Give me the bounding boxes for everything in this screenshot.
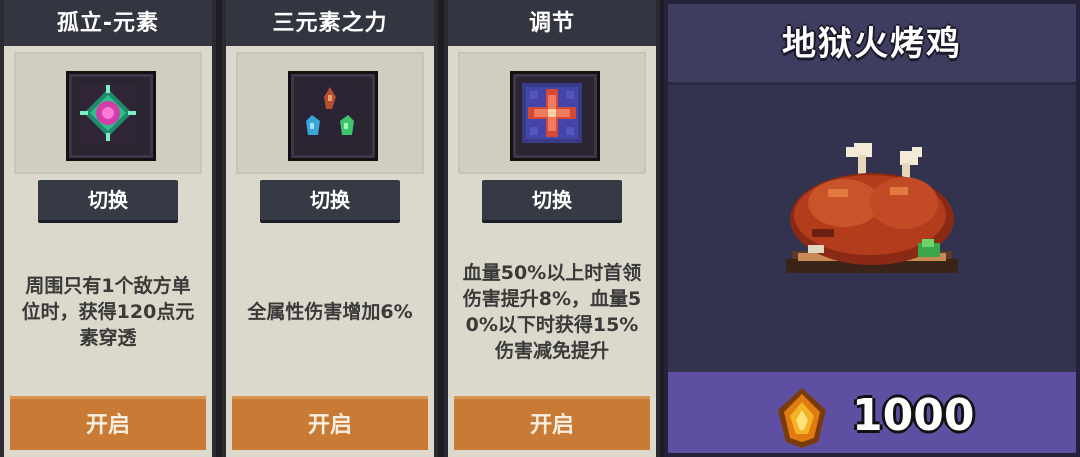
price-bar: 1000 (668, 372, 1076, 453)
desc-line: 血量50%以上时首领 (462, 262, 642, 284)
switch-button[interactable]: 切换 (482, 180, 622, 220)
item-name: 地狱火烤鸡 (668, 4, 1076, 82)
item-art-area (668, 82, 1076, 376)
desc-line: 0%以下时获得15% (465, 314, 639, 336)
enable-button[interactable]: 开启 (232, 396, 428, 450)
desc-line: 素穿透 (79, 327, 137, 349)
adjust-cross-icon (510, 71, 600, 161)
talent-description: 周围只有1个敌方单 位时，获得120点元 素穿透 (12, 232, 204, 392)
talent-title: 三元素之力 (226, 0, 434, 46)
desc-line: 位时，获得120点元 (21, 301, 195, 323)
talent-icon-box (14, 52, 202, 174)
switch-button[interactable]: 切换 (38, 180, 178, 220)
roast-chicken-icon (786, 143, 958, 273)
shop-item-card[interactable]: 地狱火烤鸡 1000 (664, 0, 1080, 457)
talent-icon-box (458, 52, 646, 174)
desc-line: 全属性伤害增加6% (247, 301, 413, 323)
desc-line: 伤害减免提升 (494, 340, 609, 362)
item-price: 1000 (852, 390, 975, 441)
talent-card-three-elements: 三元素之力 切换 全属性伤害增加6% 开启 (222, 0, 438, 457)
talent-icon-box (236, 52, 424, 174)
talent-title: 孤立-元素 (4, 0, 212, 46)
switch-button[interactable]: 切换 (260, 180, 400, 220)
three-elements-power-icon (288, 71, 378, 161)
desc-line: 周围只有1个敌方单 (25, 275, 191, 297)
enable-button[interactable]: 开启 (454, 396, 650, 450)
isolated-element-icon (66, 71, 156, 161)
talent-title: 调节 (448, 0, 656, 46)
talent-card-adjust: 调节 切换 血量50%以上时首领 伤害提升8%，血量5 0%以下时获得15% 伤… (444, 0, 660, 457)
talent-card-isolated-element: 孤立-元素 切换 周围只有1个敌方单 位时，获得120点元 素穿透 开启 (0, 0, 216, 457)
fire-gem-icon (778, 388, 826, 448)
enable-button[interactable]: 开启 (10, 396, 206, 450)
desc-line: 伤害提升8%，血量5 (462, 288, 642, 310)
talent-description: 血量50%以上时首领 伤害提升8%，血量5 0%以下时获得15% 伤害减免提升 (456, 232, 648, 392)
talent-description: 全属性伤害增加6% (234, 232, 426, 392)
